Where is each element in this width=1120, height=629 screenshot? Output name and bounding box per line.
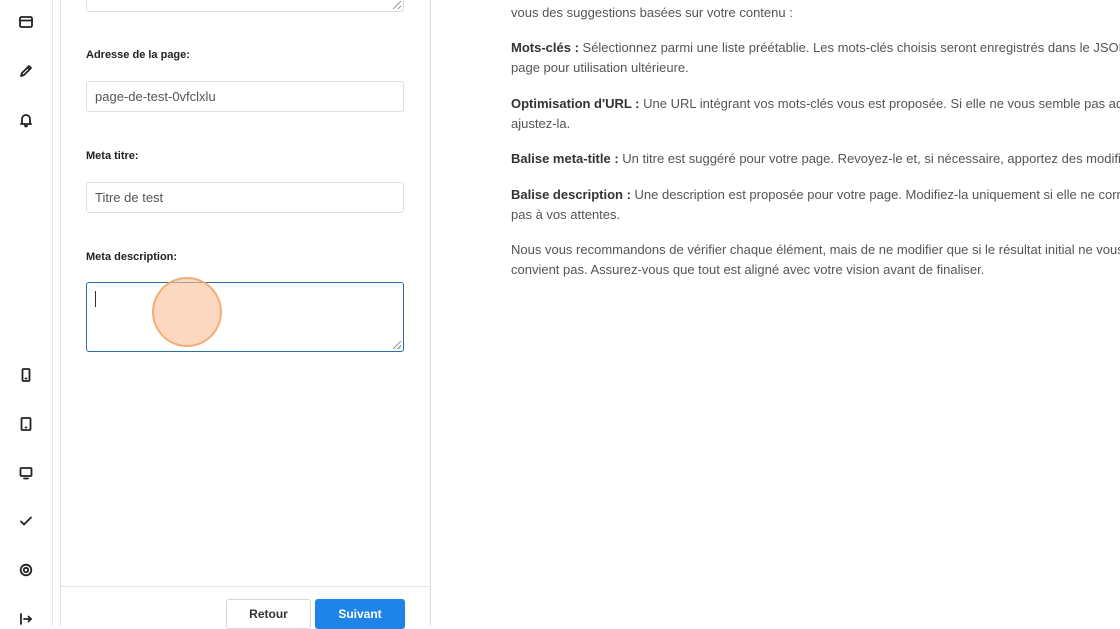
meta-description-textarea[interactable] — [86, 282, 404, 352]
meta-title-line1: Balise meta-title : Un titre est suggéré… — [511, 149, 1120, 169]
meta-title-text: Un titre est suggéré pour votre page. Re… — [618, 151, 1120, 166]
previous-textarea[interactable] — [86, 0, 404, 12]
seo-form-panel: Adresse de la page: page-de-test-0vfclxl… — [60, 0, 431, 629]
url-line2: ajustez-la. — [511, 116, 571, 131]
check-icon[interactable] — [16, 511, 36, 531]
resize-handle[interactable] — [393, 1, 401, 9]
footer-divider — [61, 586, 430, 587]
description-line1: Balise description : Une description est… — [511, 185, 1120, 205]
text-caret — [95, 291, 96, 307]
meta-title-input[interactable]: Titre de test — [86, 182, 404, 213]
meta-description-label: Meta description: — [86, 251, 178, 263]
next-button[interactable]: Suivant — [315, 599, 405, 629]
bell-icon[interactable] — [16, 110, 36, 130]
meta-title-title: Balise meta-title : — [511, 151, 619, 166]
back-button[interactable]: Retour — [226, 599, 311, 629]
description-line2: pas à vos attentes. — [511, 207, 621, 222]
resize-handle[interactable] — [393, 341, 401, 349]
keywords-text: Sélectionnez parmi une liste préétablie.… — [578, 40, 1120, 55]
keywords-title: Mots-clés : — [511, 40, 579, 55]
closing-line2: convient pas. Assurez-vous que tout est … — [511, 262, 985, 277]
page-address-input[interactable]: page-de-test-0vfclxlu — [86, 81, 404, 112]
keywords-line1: Mots-clés : Sélectionnez parmi une liste… — [511, 38, 1120, 58]
layout-icon[interactable] — [16, 12, 36, 32]
page-address-label: Adresse de la page: — [86, 49, 190, 61]
tablet-icon[interactable] — [16, 414, 36, 434]
url-text: Une URL intégrant vos mots-clés vous est… — [639, 96, 1120, 111]
closing-line1: Nous vous recommandons de vérifier chaqu… — [511, 242, 1120, 257]
description-title: Balise description : — [511, 187, 631, 202]
url-line1: Optimisation d'URL : Une URL intégrant v… — [511, 94, 1120, 114]
meta-title-label: Meta titre: — [86, 150, 139, 162]
pencil-icon[interactable] — [16, 61, 36, 81]
intro-text: vous des suggestions basées sur votre co… — [511, 5, 793, 20]
logout-icon[interactable] — [16, 609, 36, 629]
description-text: Une description est proposée pour votre … — [630, 187, 1120, 202]
desktop-icon[interactable] — [16, 463, 36, 483]
gear-icon[interactable] — [16, 560, 36, 580]
sidebar-rail — [0, 0, 53, 626]
mobile-icon[interactable] — [16, 365, 36, 385]
keywords-line2: page pour utilisation ultérieure. — [511, 60, 689, 75]
url-title: Optimisation d'URL : — [511, 96, 640, 111]
click-indicator — [152, 277, 222, 347]
